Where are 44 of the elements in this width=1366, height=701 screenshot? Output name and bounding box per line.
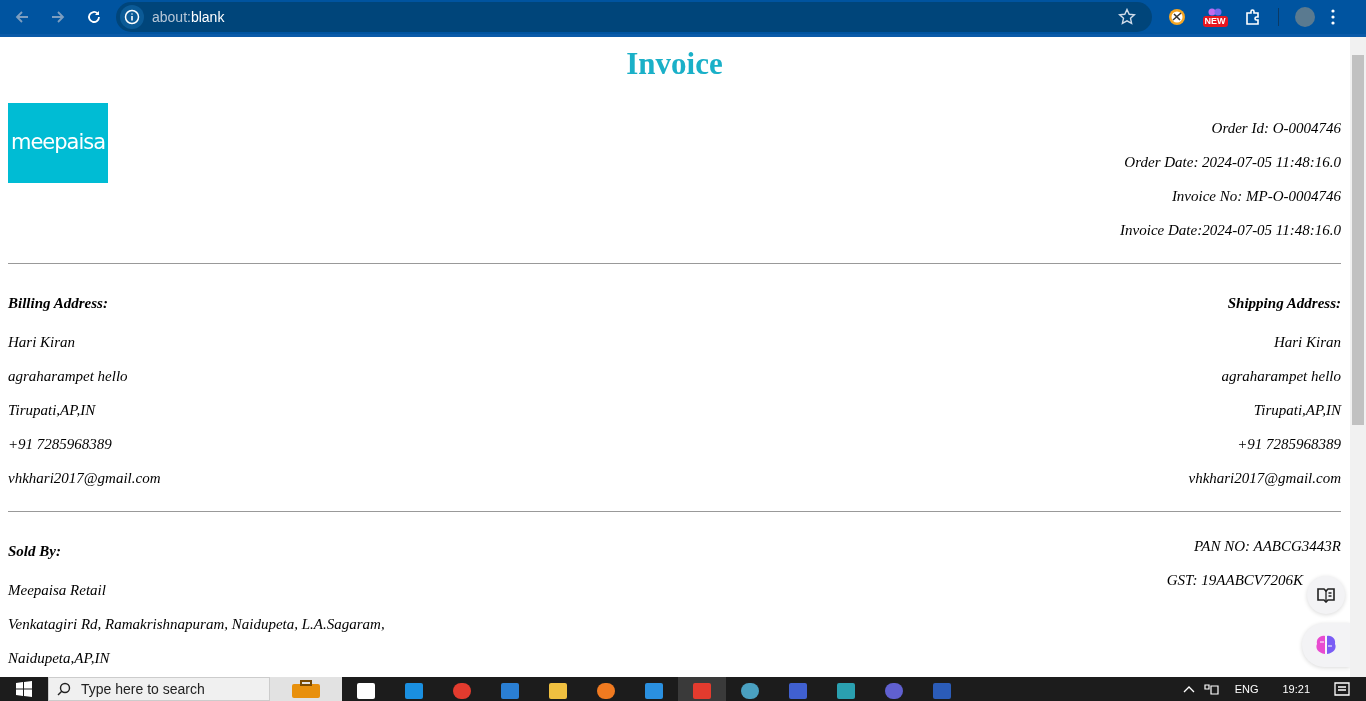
ai-assistant-button[interactable] — [1302, 623, 1350, 667]
scrollbar[interactable] — [1350, 37, 1366, 677]
address-bar[interactable]: about:blank — [116, 2, 1152, 32]
tax-info-text: GST: 19AABCV7206K — [1166, 571, 1303, 590]
sold-by-heading: Sold By: — [8, 542, 62, 561]
address-heading: Shipping Address: — [1226, 294, 1341, 313]
star-icon[interactable] — [1118, 8, 1136, 26]
puzzle-piece-icon[interactable] — [1244, 8, 1262, 26]
taskbar-search-field[interactable]: Type here to search — [48, 677, 270, 701]
reader-mode-button[interactable] — [1307, 576, 1345, 614]
address-line: Hari Kiran — [8, 333, 77, 352]
open-book-icon — [1317, 587, 1335, 603]
seller-address-line: Venkatagiri Rd, Ramakrishnapuram, Naidupeta, L.A.Sagaram, — [8, 615, 385, 634]
invoice-title: Invoice — [625, 45, 724, 82]
address-line: +91 7285968389 — [1236, 435, 1341, 454]
info-icon[interactable] — [120, 5, 144, 29]
seller-address-line: Meepaisa Retail — [8, 581, 107, 600]
order-info-text: Order Id: O-0004746 — [1210, 119, 1341, 138]
seller-address-line: Naidupeta,AP,IN — [8, 649, 111, 668]
menu-icon[interactable] — [1331, 9, 1335, 25]
search-icon — [57, 682, 71, 696]
order-info-text: Invoice No: MP-O-0004746 — [1170, 187, 1341, 206]
brain-icon — [1314, 634, 1338, 656]
order-info-text: Invoice Date:2024-07-05 11:48:16.0 — [1120, 221, 1341, 240]
search-input[interactable]: Type here to search — [79, 677, 229, 701]
address-line: Hari Kiran — [1272, 333, 1341, 352]
language-indicator[interactable]: ENG — [1234, 680, 1259, 698]
address-line: +91 7285968389 — [8, 435, 113, 454]
url-text[interactable]: about:blank — [152, 6, 225, 28]
chevron-up-icon[interactable] — [1182, 685, 1195, 693]
address-line: Tirupati,AP,IN — [8, 401, 97, 420]
address-line: agraharampet hello — [8, 367, 129, 386]
address-line: vhkhari2017@gmail.com — [8, 469, 161, 488]
address-line: vhkhari2017@gmail.com — [1188, 469, 1341, 488]
address-line: Tirupati,AP,IN — [1252, 401, 1341, 420]
tax-info-text: PAN NO: AABCG3443R — [1193, 537, 1341, 556]
notification-icon[interactable] — [1334, 682, 1350, 696]
address-heading: Billing Address: — [8, 294, 109, 313]
meepaisa-logo: meepaisa — [8, 103, 108, 183]
briefcase-icon[interactable] — [270, 677, 342, 701]
new-badge: NEW — [1202, 15, 1228, 27]
order-info-text: Order Date: 2024-07-05 11:48:16.0 — [1123, 153, 1341, 172]
address-line: agraharampet hello — [1220, 367, 1341, 386]
clock-time[interactable]: 19:21 — [1282, 680, 1310, 698]
